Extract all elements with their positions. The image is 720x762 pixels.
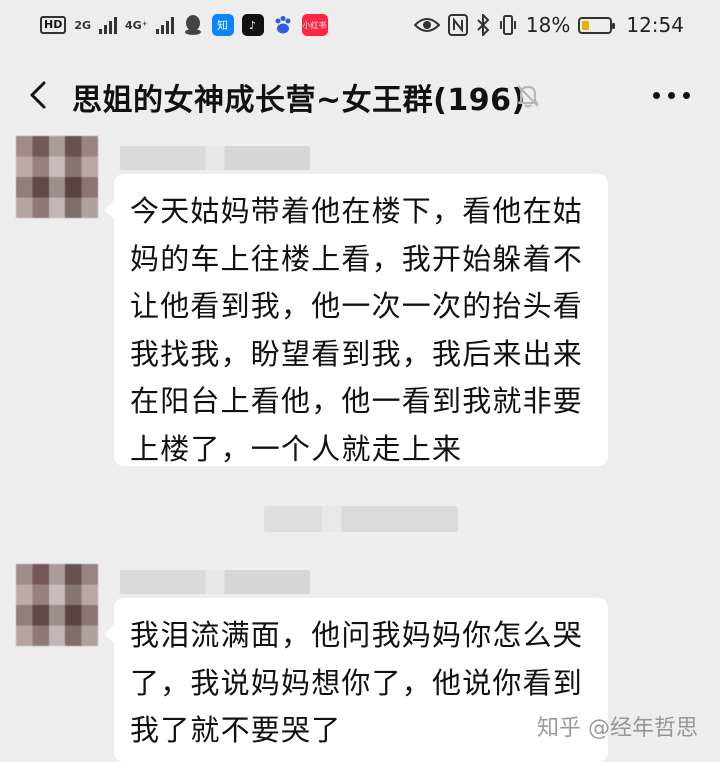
qq-icon [182, 14, 204, 36]
eye-comfort-icon [413, 18, 440, 32]
status-bar: HD 2G 4G⁺ 知 ♪ 小红书 18% 12:54 [0, 0, 720, 50]
network-type-1: 2G [74, 18, 92, 32]
signal-strength-icon [99, 16, 118, 34]
status-bar-right: 18% 12:54 [413, 10, 684, 40]
message-text: 我泪流满面，他问我妈妈你怎么哭了，我说妈妈想你了，他说你看到我了就不要哭了 [130, 618, 584, 747]
message-bubble[interactable]: 今天姑妈带着他在楼下，看他在姑妈的车上往楼上看，我开始躲着不让他看到我，他一次一… [104, 174, 608, 466]
battery-icon [578, 16, 616, 34]
more-dots-icon[interactable] [653, 92, 690, 99]
chat-header: 思姐的女神成长营~女王群(196) [0, 60, 720, 130]
zhihu-icon: 知 [211, 14, 234, 36]
hd-voice-indicator: HD [40, 16, 67, 34]
message-text: 今天姑妈带着他在楼下，看他在姑妈的车上往楼上看，我开始躲着不让他看到我，他一次一… [130, 194, 584, 466]
sender-avatar[interactable] [16, 564, 98, 646]
bluetooth-icon [477, 14, 490, 36]
nfc-icon [447, 14, 468, 36]
sender-name-blurred [120, 570, 310, 594]
status-bar-left: HD 2G 4G⁺ 知 ♪ 小红书 [40, 10, 328, 40]
chevron-left-icon[interactable] [24, 80, 54, 110]
sender-name-blurred [120, 146, 310, 170]
message-list[interactable]: 今天姑妈带着他在楼下，看他在姑妈的车上往楼上看，我开始躲着不让他看到我，他一次一… [0, 130, 720, 762]
zhihu-watermark: 知乎 @经年哲思 [537, 716, 698, 741]
timestamp-blurred [264, 506, 458, 532]
message-bubble[interactable]: 我泪流满面，他问我妈妈你怎么哭了，我说妈妈想你了，他说你看到我了就不要哭了 [104, 598, 608, 762]
baidu-icon [272, 14, 294, 36]
network-type-2: 4G⁺ [125, 18, 148, 32]
xiaohongshu-icon: 小红书 [301, 14, 328, 36]
signal-strength-icon-2 [155, 16, 174, 34]
sender-avatar[interactable] [16, 136, 98, 218]
bell-muted-icon [517, 85, 539, 108]
vibrate-icon [499, 15, 516, 35]
tiktok-icon: ♪ [241, 14, 264, 36]
chat-title: 思姐的女神成长营~女王群(196) [72, 83, 526, 118]
clock-time: 12:54 [626, 13, 684, 37]
battery-percent: 18% [525, 13, 571, 37]
